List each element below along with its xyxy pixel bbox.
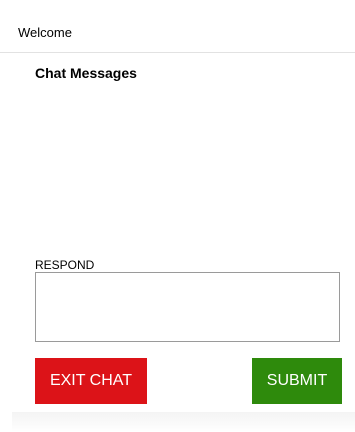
header-bar: Welcome xyxy=(0,0,355,53)
respond-label: RESPOND xyxy=(35,258,95,272)
header-title: Welcome xyxy=(18,25,72,40)
respond-input[interactable] xyxy=(35,272,340,342)
chat-page: Welcome Chat Messages RESPOND EXIT CHAT … xyxy=(0,0,355,432)
submit-button[interactable]: SUBMIT xyxy=(252,358,342,404)
chat-messages-list xyxy=(35,88,340,250)
exit-chat-button[interactable]: EXIT CHAT xyxy=(35,358,147,404)
chat-messages-title: Chat Messages xyxy=(35,65,137,81)
bottom-shadow xyxy=(12,412,355,432)
